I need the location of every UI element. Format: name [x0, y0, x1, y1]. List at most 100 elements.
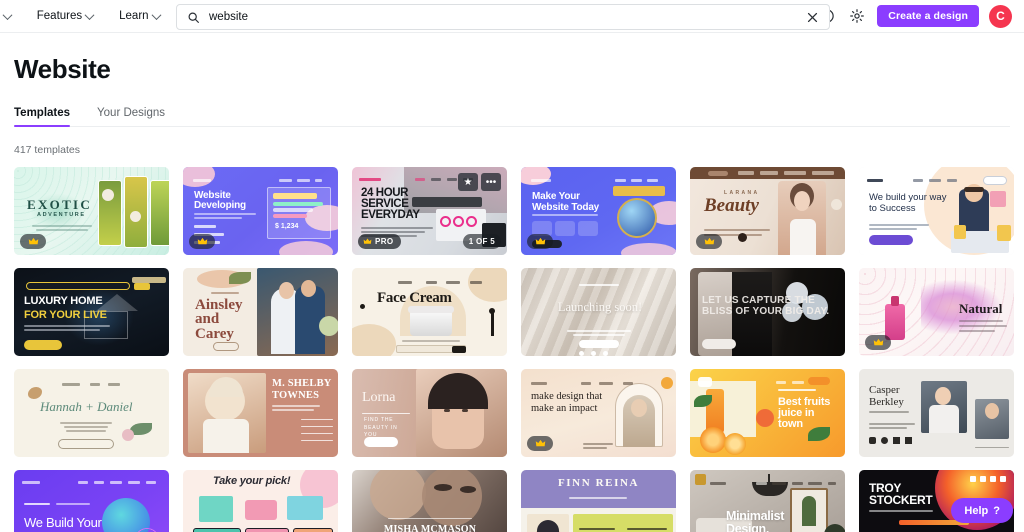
thumbnail: Take your pick! Grammar & Vocabulary Lan… [183, 470, 338, 532]
thumb-title: Website Developing [194, 190, 246, 212]
nav-item-features-label: Features [36, 10, 83, 22]
template-card-lets-capture-the-bliss[interactable]: LET US CAPTURE THE BLISS OF YOUR BIG DAY… [690, 268, 845, 356]
thumb-title: Hannah + Daniel [40, 399, 133, 414]
thumbnail: MISHA MCMASON PHOTOGRAPHY [352, 470, 507, 532]
thumb-title: make design that make an impact [531, 391, 603, 415]
thumbnail: Face Cream [352, 268, 507, 356]
thumbnail: Ainsley and Carey [183, 268, 338, 356]
tab-templates[interactable]: Templates [14, 107, 71, 127]
pro-crown-badge [20, 234, 46, 249]
result-count: 417 templates [14, 144, 80, 156]
thumb-subtitle: ADVENTURE [37, 212, 86, 218]
pro-badge: PRO [358, 234, 401, 249]
template-card-misha-mcmason-photography[interactable]: MISHA MCMASON PHOTOGRAPHY [352, 470, 507, 532]
thumbnail: Lorna FIND THE BEAUTY IN YOU [352, 369, 507, 457]
crown-icon [535, 439, 545, 447]
clear-search-icon[interactable] [803, 8, 821, 26]
thumbnail: FINN REINA [521, 470, 676, 532]
crown-icon [704, 237, 714, 245]
thumb-title: Launching soon! [557, 300, 643, 314]
thumb-title: Natural [959, 301, 1003, 316]
page-body: Website Templates Your Designs 417 templ… [0, 54, 1024, 532]
pro-crown-badge [527, 234, 553, 249]
nav-item-features[interactable]: Features [35, 6, 95, 26]
thumb-title: Beauty [704, 195, 759, 216]
template-card-finn-reina[interactable]: FINN REINA [521, 470, 676, 532]
thumbnail: Hannah + Daniel [14, 369, 169, 457]
thumb-title: Take your pick! [213, 475, 291, 487]
thumbnail: We Build Your [14, 470, 169, 532]
question-mark-icon: ? [993, 504, 1000, 517]
template-card-we-build-your[interactable]: We Build Your [14, 470, 169, 532]
template-card-make-design-impact[interactable]: make design that make an impact [521, 369, 676, 457]
thumb-subtitle: FOR YOUR LIVE [24, 309, 107, 321]
thumb-title: LET US CAPTURE THE BLISS OF YOUR BIG DAY… [702, 295, 830, 317]
template-card-website-developing[interactable]: Website Developing $ 1,234 [183, 167, 338, 255]
thumb-title: MISHA MCMASON PHOTOGRAPHY [383, 524, 477, 532]
template-card-make-your-website-today[interactable]: Make Your Website Today [521, 167, 676, 255]
card-hover-actions: ★ ••• [458, 173, 501, 191]
template-card-exotic-adventure[interactable]: EXOTIC ADVENTURE [14, 167, 169, 255]
crown-icon [363, 238, 372, 244]
thumb-title: EXOTIC [27, 197, 93, 212]
pro-crown-badge [189, 234, 215, 249]
more-icon[interactable]: ••• [481, 173, 501, 191]
template-card-minimalist-design[interactable]: Minimalist Design. [690, 470, 845, 532]
thumb-title: LUXURY HOME [24, 295, 103, 307]
nav-item-learn-label: Learn [119, 10, 149, 22]
template-card-take-your-pick[interactable]: Take your pick! Grammar & Vocabulary Lan… [183, 470, 338, 532]
pro-badge-label: PRO [375, 237, 394, 246]
thumbnail: Best fruits juice in town [690, 369, 845, 457]
thumb-title: 24 HOUR SERVICE EVERYDAY [361, 187, 420, 222]
thumb-title: Casper Berkley [869, 384, 904, 408]
thumb-title: M. SHELBY TOWNES [272, 378, 332, 401]
search-icon [188, 12, 199, 23]
thumb-title: Minimalist Design. [726, 509, 785, 532]
template-card-natural-perfume[interactable]: Natural [859, 268, 1014, 356]
template-card-larana-beauty[interactable]: LARANA Beauty [690, 167, 845, 255]
thumb-title: Face Cream [377, 290, 452, 306]
crown-icon [535, 237, 545, 245]
chevron-down-icon [2, 9, 13, 20]
template-card-we-build-your-way-to-success[interactable]: We build your way to Success [859, 167, 1014, 255]
nav-item-learn[interactable]: Learn [117, 6, 162, 26]
template-card-luxury-home[interactable]: LUXURY HOME FOR YOUR LIVE [14, 268, 169, 356]
search-bar[interactable] [176, 4, 830, 30]
nav-item-0[interactable]: s [0, 6, 13, 26]
thumb-title: FINN REINA [557, 477, 640, 489]
thumb-title: We Build Your [24, 515, 102, 530]
thumbnail: LET US CAPTURE THE BLISS OF YOUR BIG DAY… [690, 268, 845, 356]
template-card-24-hour-service[interactable]: 24 HOUR SERVICE EVERYDAY ★ ••• PRO 1 OF … [352, 167, 507, 255]
thumbnail: Minimalist Design. [690, 470, 845, 532]
pro-crown-badge [696, 234, 722, 249]
thumbnail: We build your way to Success [859, 167, 1014, 255]
template-grid: EXOTIC ADVENTURE Website Developing $ 1,… [14, 167, 1014, 532]
chevron-down-icon [84, 9, 95, 20]
crown-icon [28, 237, 38, 245]
thumbnail: Launching soon! [521, 268, 676, 356]
crown-icon [873, 338, 883, 346]
template-card-m-shelby-townes[interactable]: M. SHELBY TOWNES [183, 369, 338, 457]
create-a-design-button[interactable]: Create a design [877, 5, 979, 27]
help-button-label: Help [964, 504, 989, 517]
template-card-hannah-and-daniel[interactable]: Hannah + Daniel [14, 369, 169, 457]
template-card-face-cream[interactable]: Face Cream [352, 268, 507, 356]
tab-bar: Templates Your Designs [14, 107, 1010, 127]
template-card-launching-soon[interactable]: Launching soon! [521, 268, 676, 356]
chevron-down-icon [151, 9, 162, 20]
thumbnail: Casper Berkley [859, 369, 1014, 457]
template-card-lorna-beauty[interactable]: Lorna FIND THE BEAUTY IN YOU [352, 369, 507, 457]
tab-your-designs[interactable]: Your Designs [97, 107, 165, 126]
template-card-ainsley-and-carey[interactable]: Ainsley and Carey [183, 268, 338, 356]
template-card-casper-berkley[interactable]: Casper Berkley [859, 369, 1014, 457]
template-card-best-fruits-juice[interactable]: Best fruits juice in town [690, 369, 845, 457]
thumb-title: Best fruits juice in town [778, 396, 831, 430]
star-icon[interactable]: ★ [458, 173, 478, 191]
thumb-title: We build your way to Success [869, 192, 947, 215]
pro-crown-badge [865, 335, 891, 350]
search-input[interactable] [200, 11, 803, 23]
thumb-title: Make Your Website Today [532, 191, 600, 213]
help-button[interactable]: Help ? [951, 498, 1013, 523]
gear-icon[interactable] [847, 6, 867, 26]
avatar[interactable]: C [989, 4, 1012, 28]
